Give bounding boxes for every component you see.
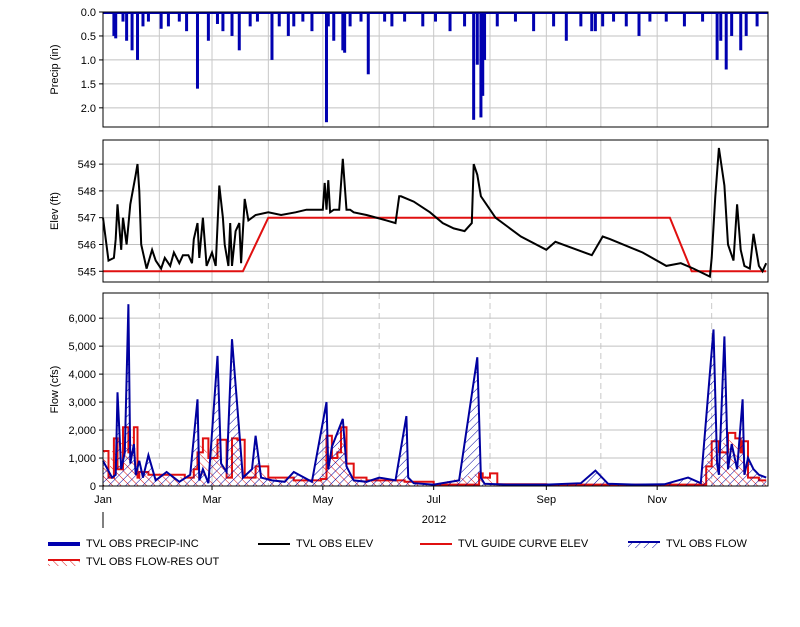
obs-elev-line xyxy=(102,147,768,279)
precip-bar xyxy=(326,12,330,27)
precip-bar xyxy=(141,12,145,27)
y-tick-label: 547 xyxy=(78,213,96,225)
y-tick-label: 0.0 xyxy=(81,7,96,19)
precip-bar xyxy=(348,12,352,27)
precip-bar xyxy=(472,12,476,120)
y-axis-label: Flow (cfs) xyxy=(49,366,61,414)
precip-bar xyxy=(159,12,163,29)
y-tick-label: 0.5 xyxy=(81,31,96,43)
precip-bar xyxy=(324,12,328,123)
y-tick-label: 545 xyxy=(78,266,96,278)
y-tick-label: 1.5 xyxy=(81,79,96,91)
legend-item-elev: TVL OBS ELEV xyxy=(258,538,373,550)
precip-bar xyxy=(579,12,583,27)
precip-bar xyxy=(310,12,314,32)
precip-bar xyxy=(593,12,597,32)
precip-bar xyxy=(739,12,743,51)
precip-bar xyxy=(719,12,723,41)
precip-bar xyxy=(448,12,452,32)
precip-bar xyxy=(601,12,605,27)
y-tick-label: 1,000 xyxy=(68,453,96,465)
y-tick-label: 4,000 xyxy=(68,369,96,381)
legend-label: TVL GUIDE CURVE ELEV xyxy=(458,538,589,550)
legend-item-resout: TVL OBS FLOW-RES OUT xyxy=(48,556,219,568)
precip-bar xyxy=(166,12,170,27)
black-line-icon xyxy=(258,538,290,550)
legend-label: TVL OBS FLOW-RES OUT xyxy=(86,556,220,568)
x-year-label: 2012 xyxy=(422,514,446,526)
red-line-icon xyxy=(420,538,452,550)
precip-bar xyxy=(221,12,225,32)
precip-bar xyxy=(114,12,118,39)
precip-bar xyxy=(237,12,241,51)
precip-bar xyxy=(292,12,296,27)
legend-label: TVL OBS FLOW xyxy=(666,538,747,550)
precip-bar xyxy=(564,12,568,41)
precip-bar xyxy=(277,12,281,27)
y-tick-label: 548 xyxy=(78,186,96,198)
precip-bar xyxy=(130,12,134,51)
precip-bar xyxy=(637,12,641,36)
precip-bar xyxy=(125,12,129,41)
precip-bar xyxy=(185,12,189,32)
x-tick-label: Nov xyxy=(647,494,667,506)
precip-bar xyxy=(286,12,290,36)
y-axis-label: Elev (ft) xyxy=(49,192,61,230)
y-tick-label: 5,000 xyxy=(68,341,96,353)
precip-bar xyxy=(270,12,274,60)
x-tick-label: Jan xyxy=(94,494,112,506)
precip-bar xyxy=(682,12,686,27)
x-tick-label: Sep xyxy=(537,494,557,506)
legend-label: TVL OBS PRECIP-INC xyxy=(86,538,199,550)
y-tick-label: 6,000 xyxy=(68,313,96,325)
x-tick-label: Mar xyxy=(203,494,222,506)
precip-bar xyxy=(195,12,199,89)
precip-bar xyxy=(483,12,487,60)
y-tick-label: 0 xyxy=(90,481,96,493)
precip-bar xyxy=(421,12,425,27)
precip-bar xyxy=(463,12,467,27)
precip-bar xyxy=(724,12,728,70)
chart-root: 0.0 0.5 1.0 1.5 2.0 Precip (in) 545 546 547 548 54… xyxy=(0,0,800,627)
legend: TVL OBS PRECIP-INC TVL OBS ELEV TVL GUID… xyxy=(0,530,800,590)
precip-bar xyxy=(343,12,347,53)
panel-frame xyxy=(102,139,769,283)
blue-hatched-area-icon xyxy=(628,538,660,550)
chart-svg: 0.0 0.5 1.0 1.5 2.0 Precip (in) 545 546 547 548 54… xyxy=(49,7,769,528)
precip-bar xyxy=(206,12,210,41)
legend-item-guide: TVL GUIDE CURVE ELEV xyxy=(420,538,588,550)
precip-bar xyxy=(366,12,370,75)
precip-bar xyxy=(624,12,628,27)
precip-bar xyxy=(332,12,336,41)
panel-frame xyxy=(102,11,769,128)
precip-bar xyxy=(136,12,140,60)
y-tick-label: 3,000 xyxy=(68,397,96,409)
precip-bar xyxy=(248,12,252,27)
y-tick-label: 2,000 xyxy=(68,425,96,437)
y-tick-label: 546 xyxy=(78,239,96,251)
precip-bar xyxy=(744,12,748,36)
precip-bar xyxy=(552,12,556,27)
y-tick-label: 1.0 xyxy=(81,55,96,67)
y-tick-label: 2.0 xyxy=(81,103,96,115)
precip-bar xyxy=(495,12,499,27)
precip-bar xyxy=(230,12,234,36)
y-tick-label: 549 xyxy=(78,159,96,171)
x-tick-label: May xyxy=(312,494,333,506)
precip-bar xyxy=(390,12,394,27)
thick-blue-line-icon xyxy=(48,538,80,550)
x-tick-label: Jul xyxy=(427,494,441,506)
legend-item-flow: TVL OBS FLOW xyxy=(628,538,747,550)
y-axis-label: Precip (in) xyxy=(49,44,61,94)
precip-bar xyxy=(730,12,734,36)
precip-bar xyxy=(755,12,759,27)
legend-item-precip: TVL OBS PRECIP-INC xyxy=(48,538,199,550)
precip-bar xyxy=(475,12,479,65)
red-hatched-area-icon xyxy=(48,556,80,568)
precip-bar xyxy=(590,12,594,32)
precip-bar xyxy=(715,12,719,60)
legend-label: TVL OBS ELEV xyxy=(296,538,374,550)
precip-bar xyxy=(532,12,536,32)
